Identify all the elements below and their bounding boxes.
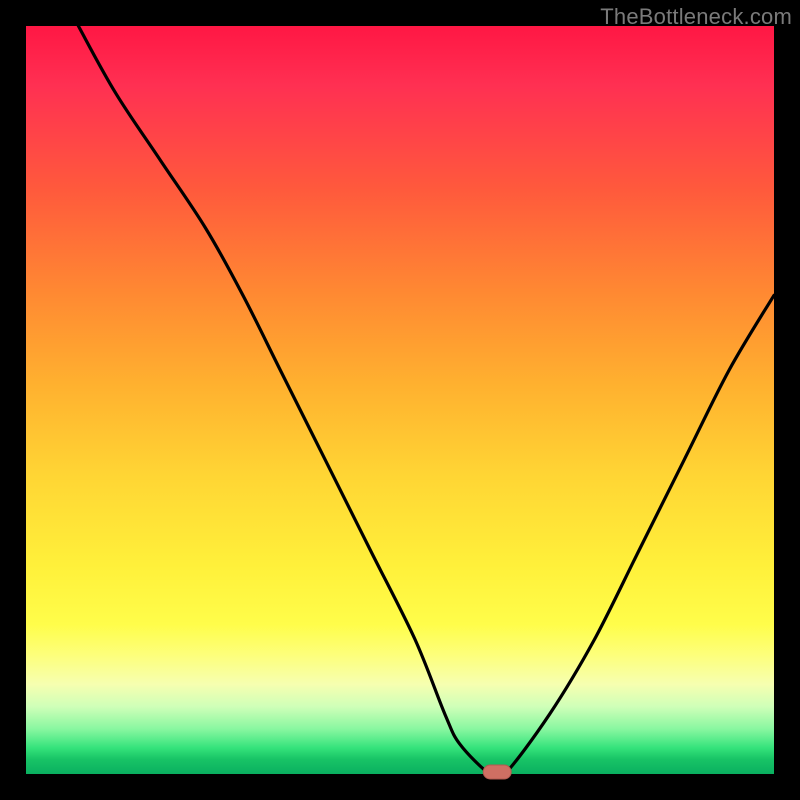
watermark-text: TheBottleneck.com	[600, 4, 792, 30]
curve-layer	[26, 26, 774, 774]
plot-area	[26, 26, 774, 774]
optimum-marker	[483, 765, 511, 779]
bottleneck-curve-path	[78, 26, 774, 780]
chart-frame: TheBottleneck.com	[0, 0, 800, 800]
